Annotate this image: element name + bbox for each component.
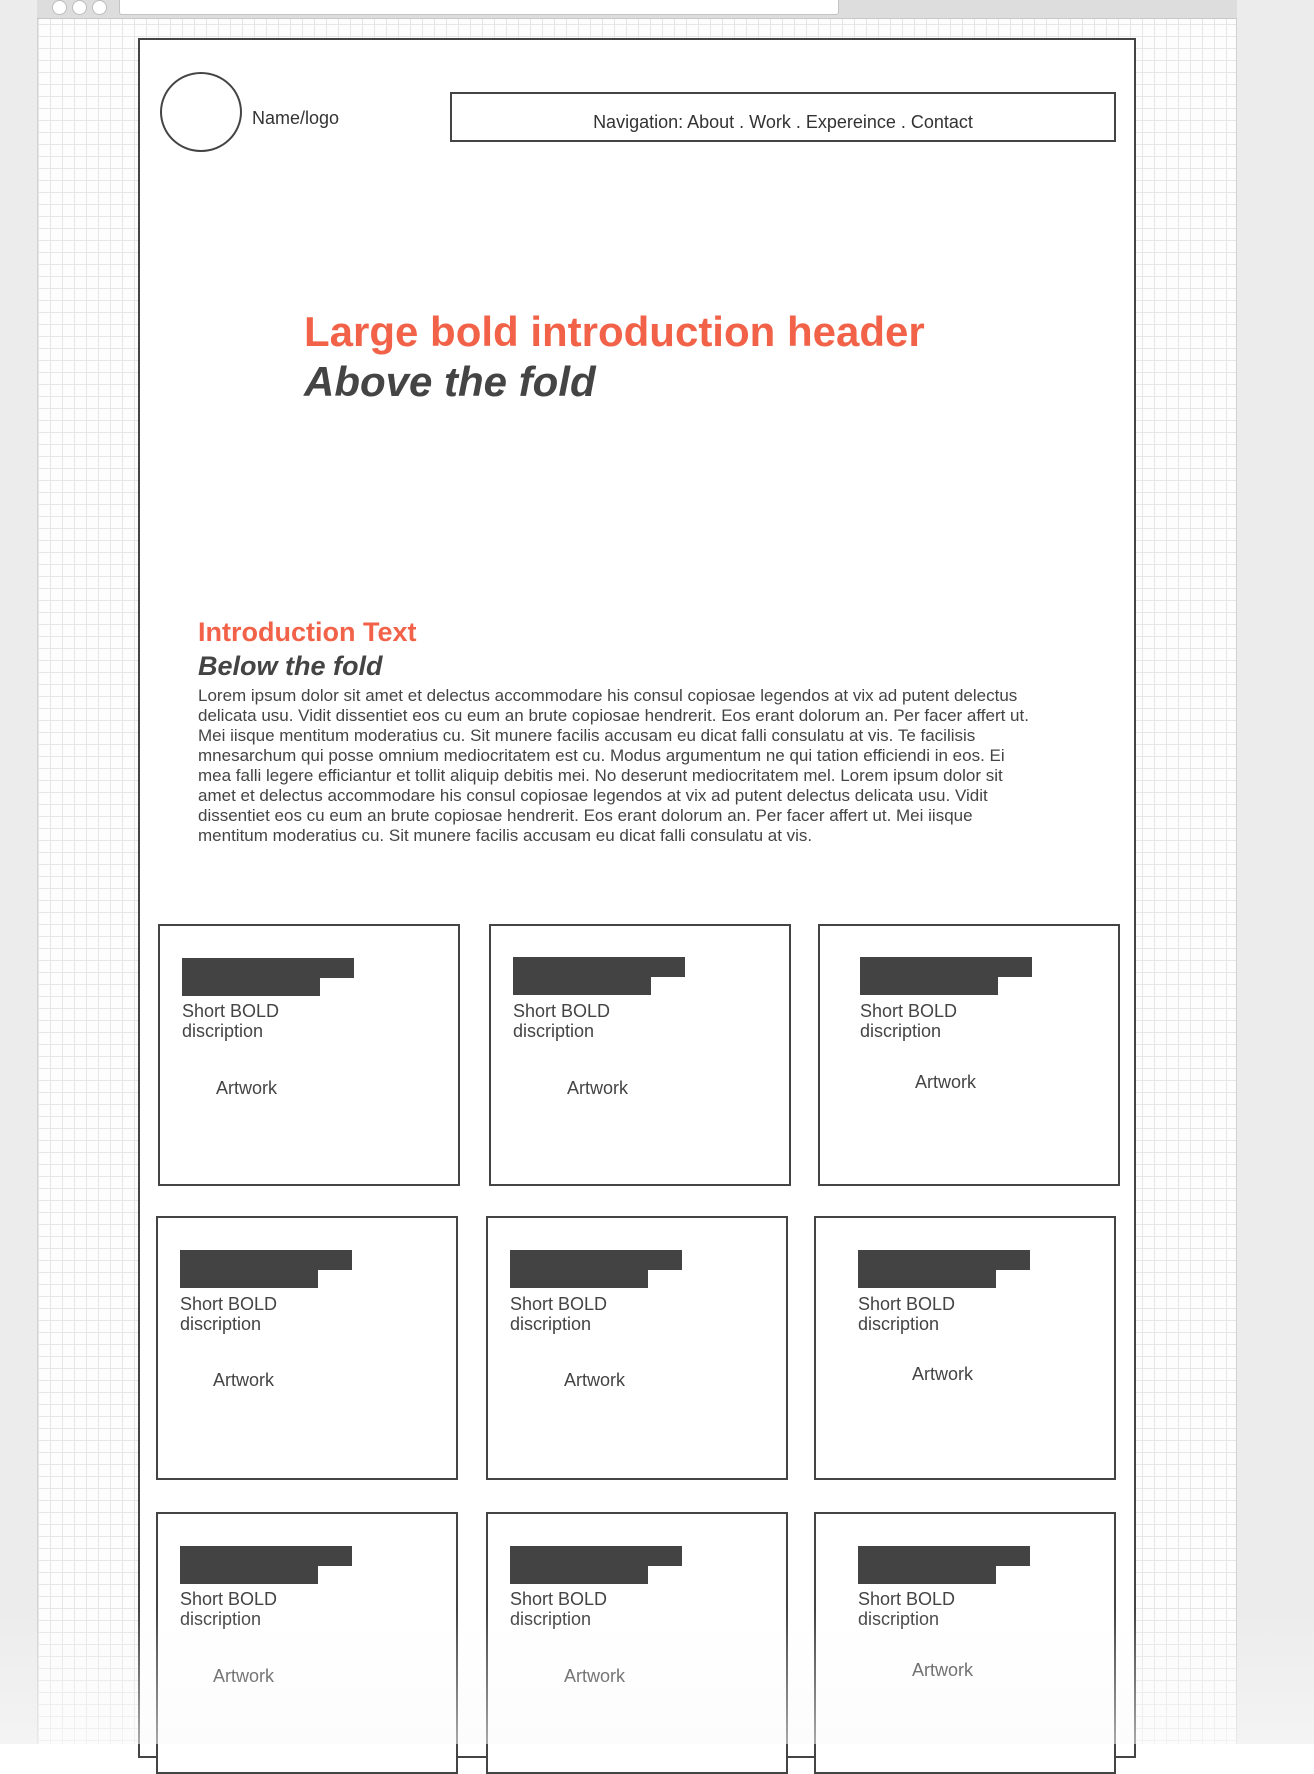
card-description: Short BOLD discription	[860, 1001, 958, 1041]
card-description: Short BOLD discription	[182, 1001, 280, 1041]
title-placeholder-bar	[860, 975, 998, 995]
address-bar[interactable]	[119, 0, 839, 15]
hero-title: Large bold introduction header	[304, 308, 925, 355]
logo-placeholder[interactable]	[160, 72, 242, 152]
title-placeholder-bar	[858, 1250, 1030, 1270]
card-artwork-label: Artwork	[912, 1660, 974, 1680]
card-artwork-label: Artwork	[915, 1072, 977, 1092]
title-placeholder-bar	[182, 958, 354, 978]
title-placeholder-bar	[510, 1546, 682, 1566]
title-placeholder-bar	[182, 976, 320, 996]
intro-title: Introduction Text	[198, 617, 417, 647]
title-placeholder-bar	[180, 1250, 352, 1270]
title-placeholder-bar	[860, 957, 1032, 977]
card-artwork-label: Artwork	[564, 1370, 626, 1390]
title-placeholder-bar	[180, 1268, 318, 1288]
window-close-icon[interactable]	[52, 0, 67, 15]
intro-body: Lorem ipsum dolor sit amet et delectus a…	[198, 686, 1029, 845]
title-placeholder-bar	[513, 975, 651, 995]
title-placeholder-bar	[858, 1546, 1030, 1566]
card-description: Short BOLD discription	[180, 1294, 278, 1334]
logo-text[interactable]: Name/logo	[252, 108, 339, 129]
title-placeholder-bar	[510, 1268, 648, 1288]
card-description: Short BOLD discription	[180, 1589, 278, 1629]
window-minimize-icon[interactable]	[72, 0, 87, 15]
card-artwork-label: Artwork	[213, 1666, 275, 1686]
card-artwork-label: Artwork	[213, 1370, 275, 1390]
card-description: Short BOLD discription	[513, 1001, 611, 1041]
title-placeholder-bar	[510, 1564, 648, 1584]
wireframe-page	[138, 38, 1136, 1758]
card-description: Short BOLD discription	[510, 1294, 608, 1334]
intro-subtitle: Below the fold	[198, 651, 383, 681]
title-placeholder-bar	[513, 957, 685, 977]
card-artwork-label: Artwork	[216, 1078, 278, 1098]
card-artwork-label: Artwork	[564, 1666, 626, 1686]
title-placeholder-bar	[180, 1564, 318, 1584]
title-placeholder-bar	[510, 1250, 682, 1270]
navigation-bar[interactable]: Navigation: About . Work . Expereince . …	[450, 92, 1116, 142]
navigation-text[interactable]: Navigation: About . Work . Expereince . …	[593, 112, 973, 133]
hero-subtitle: Above the fold	[304, 358, 596, 405]
title-placeholder-bar	[858, 1268, 996, 1288]
card-description: Short BOLD discription	[858, 1589, 956, 1629]
card-artwork-label: Artwork	[912, 1364, 974, 1384]
card-description: Short BOLD discription	[858, 1294, 956, 1334]
title-placeholder-bar	[180, 1546, 352, 1566]
window-maximize-icon[interactable]	[92, 0, 107, 15]
card-description: Short BOLD discription	[510, 1589, 608, 1629]
card-artwork-label: Artwork	[567, 1078, 629, 1098]
title-placeholder-bar	[858, 1564, 996, 1584]
